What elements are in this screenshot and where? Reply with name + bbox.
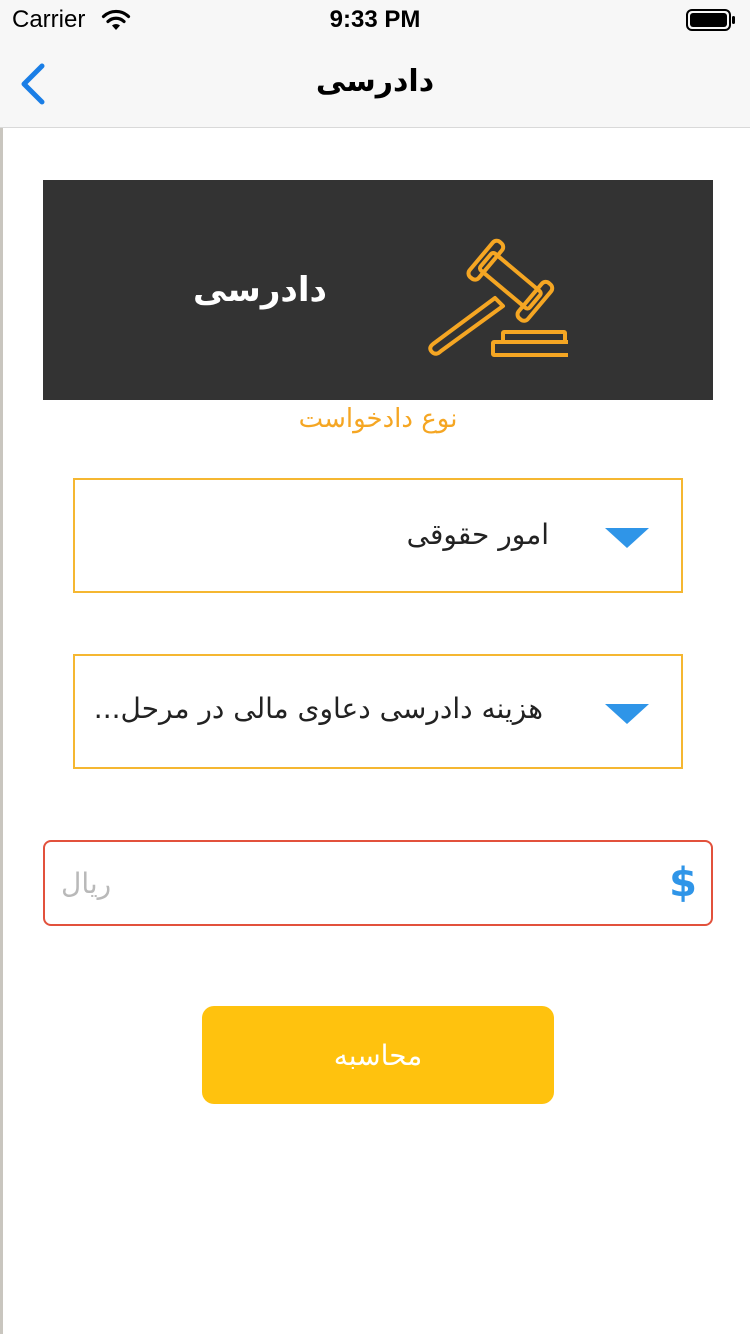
caret-down-icon: [605, 704, 649, 724]
dollar-icon: $: [669, 860, 697, 906]
page-title: دادرسی: [315, 64, 435, 99]
request-type-label: نوع دادخواست: [298, 404, 458, 434]
header-banner: دادرسی: [43, 180, 713, 400]
category-selected-value: امور حقوقی: [406, 518, 549, 551]
calculate-button[interactable]: محاسبه: [202, 1006, 554, 1104]
banner-title: دادرسی: [193, 270, 327, 310]
status-bar: Carrier 9:33 PM: [0, 0, 750, 40]
category-dropdown[interactable]: امور حقوقی: [73, 478, 683, 593]
navigation-bar: دادرسی: [0, 40, 750, 128]
window-edge: [0, 0, 3, 1334]
battery-icon: [686, 9, 735, 31]
caret-down-icon: [605, 528, 649, 548]
fee-type-dropdown[interactable]: هزینه دادرسی دعاوی مالی در مرحل...: [73, 654, 683, 769]
amount-input[interactable]: [61, 860, 641, 906]
fee-type-selected-value: هزینه دادرسی دعاوی مالی در مرحل...: [93, 692, 543, 725]
clock: 9:33 PM: [329, 6, 421, 33]
gavel-icon: [428, 238, 568, 357]
amount-field: $: [43, 840, 713, 926]
